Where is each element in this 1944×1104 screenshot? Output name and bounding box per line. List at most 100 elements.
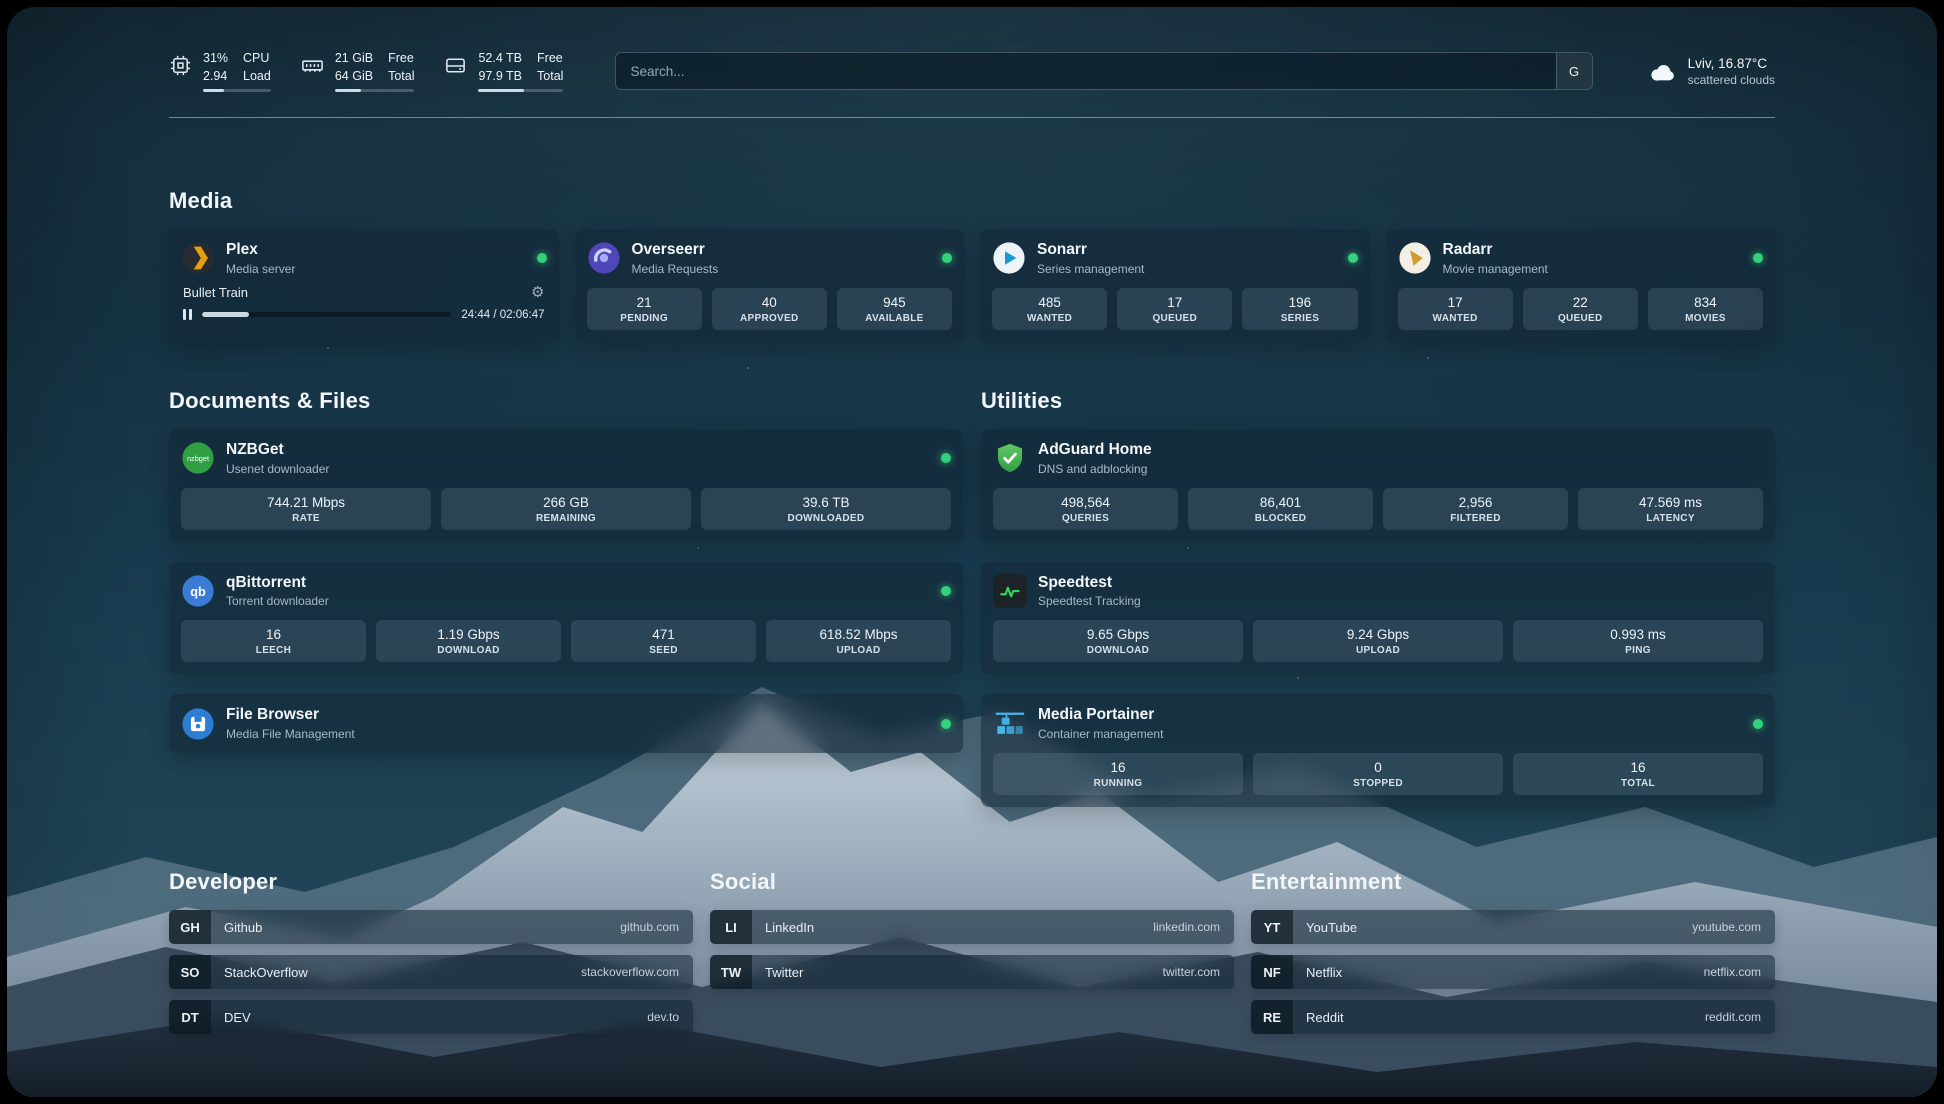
pause-button[interactable] xyxy=(183,309,192,320)
bookmark-name: DEV xyxy=(211,1010,251,1025)
status-dot xyxy=(1753,719,1763,729)
cpu-label-bottom: Load xyxy=(243,68,271,86)
stat-value: 17 xyxy=(1119,295,1230,310)
disk-progress-bar xyxy=(478,89,563,92)
bookmark-row-dev[interactable]: DT DEV dev.to xyxy=(169,1000,693,1034)
dashboard-frame: 31% 2.94 CPU Load xyxy=(7,7,1937,1097)
bookmark-url: linkedin.com xyxy=(1153,920,1234,934)
service-link-portainer[interactable]: Media Portainer Container management xyxy=(993,706,1763,741)
service-card-sonarr: Sonarr Series management 485 WANTED 17 Q… xyxy=(980,229,1370,342)
nzbget-icon: nzbget xyxy=(181,441,215,475)
stat-label: WANTED xyxy=(994,313,1105,324)
service-link-filebrowser[interactable]: File Browser Media File Management xyxy=(181,706,951,741)
service-name: AdGuard Home xyxy=(1038,441,1152,459)
disk-label-top: Free xyxy=(537,50,563,68)
stat-box: 618.52 Mbps UPLOAD xyxy=(766,620,951,662)
bookmark-url: twitter.com xyxy=(1163,965,1234,979)
service-link-radarr[interactable]: Radarr Movie management xyxy=(1398,241,1764,276)
section-title-social: Social xyxy=(710,869,1234,895)
section-title-developer: Developer xyxy=(169,869,693,895)
status-dot xyxy=(941,719,951,729)
stat-value: 618.52 Mbps xyxy=(768,627,949,642)
service-link-sonarr[interactable]: Sonarr Series management xyxy=(992,241,1358,276)
bookmark-name: Github xyxy=(211,920,262,935)
bookmark-abbr: TW xyxy=(710,955,752,989)
stat-value: 47.569 ms xyxy=(1580,495,1761,510)
service-link-plex[interactable]: Plex Media server xyxy=(181,241,547,276)
section-documents: Documents & Files nzbget NZBGet Usenet d… xyxy=(169,388,963,807)
disk-widget: 52.4 TB 97.9 TB Free Total xyxy=(444,50,563,92)
service-subtitle: Series management xyxy=(1037,262,1144,276)
portainer-icon xyxy=(993,707,1027,741)
plex-icon xyxy=(181,241,215,275)
stat-label: QUEUED xyxy=(1525,313,1636,324)
service-card-filebrowser: File Browser Media File Management xyxy=(169,694,963,753)
bookmark-name: YouTube xyxy=(1293,920,1357,935)
stat-value: 834 xyxy=(1650,295,1761,310)
status-dot xyxy=(1753,253,1763,263)
stat-box: 16 TOTAL xyxy=(1513,753,1763,795)
bookmark-row-stackoverflow[interactable]: SO StackOverflow stackoverflow.com xyxy=(169,955,693,989)
stat-value: 0.993 ms xyxy=(1515,627,1761,642)
stat-value: 22 xyxy=(1525,295,1636,310)
service-link-speedtest[interactable]: Speedtest Speedtest Tracking xyxy=(993,574,1763,609)
status-dot xyxy=(941,586,951,596)
weather-widget[interactable]: Lviv, 16.87°C scattered clouds xyxy=(1645,55,1775,87)
memory-free-value: 21 GiB xyxy=(335,50,373,68)
service-name: Speedtest xyxy=(1038,574,1141,592)
service-link-overseerr[interactable]: Overseerr Media Requests xyxy=(587,241,953,276)
bookmark-name: LinkedIn xyxy=(752,920,814,935)
bookmark-row-github[interactable]: GH Github github.com xyxy=(169,910,693,944)
service-link-nzbget[interactable]: nzbget NZBGet Usenet downloader xyxy=(181,441,951,476)
status-dot xyxy=(941,453,951,463)
stat-value: 485 xyxy=(994,295,1105,310)
stat-label: SERIES xyxy=(1244,313,1355,324)
search-provider-button[interactable]: G xyxy=(1556,53,1592,89)
service-name: Sonarr xyxy=(1037,241,1144,259)
service-link-qbittorrent[interactable]: qb qBittorrent Torrent downloader xyxy=(181,574,951,609)
cpu-load-value: 2.94 xyxy=(203,68,228,86)
stat-value: 21 xyxy=(589,295,700,310)
stat-box: 266 GB REMAINING xyxy=(441,488,691,530)
stat-label: AVAILABLE xyxy=(839,313,950,324)
bookmark-row-youtube[interactable]: YT YouTube youtube.com xyxy=(1251,910,1775,944)
stat-label: WANTED xyxy=(1400,313,1511,324)
service-subtitle: Speedtest Tracking xyxy=(1038,594,1141,608)
service-link-adguard[interactable]: AdGuard Home DNS and adblocking xyxy=(993,441,1763,476)
stat-value: 9.65 Gbps xyxy=(995,627,1241,642)
bookmark-name: Reddit xyxy=(1293,1010,1344,1025)
stat-value: 196 xyxy=(1244,295,1355,310)
service-name: Plex xyxy=(226,241,295,259)
service-name: Media Portainer xyxy=(1038,706,1163,724)
bookmark-row-twitter[interactable]: TW Twitter twitter.com xyxy=(710,955,1234,989)
section-title-documents: Documents & Files xyxy=(169,388,963,414)
stat-label: RUNNING xyxy=(995,778,1241,789)
stat-label: STOPPED xyxy=(1255,778,1501,789)
service-subtitle: Media File Management xyxy=(226,727,355,741)
service-card-adguard: AdGuard Home DNS and adblocking 498,564 … xyxy=(981,429,1775,542)
memory-label-bottom: Total xyxy=(388,68,414,86)
bookmark-row-linkedin[interactable]: LI LinkedIn linkedin.com xyxy=(710,910,1234,944)
status-dot xyxy=(942,253,952,263)
playback-time: 24:44 / 02:06:47 xyxy=(461,309,544,321)
stat-label: PING xyxy=(1515,645,1761,656)
bookmark-row-reddit[interactable]: RE Reddit reddit.com xyxy=(1251,1000,1775,1034)
stat-box: 1.19 Gbps DOWNLOAD xyxy=(376,620,561,662)
bookmark-url: reddit.com xyxy=(1705,1010,1775,1024)
cpu-chip-icon xyxy=(169,50,192,77)
bookmark-row-netflix[interactable]: NF Netflix netflix.com xyxy=(1251,955,1775,989)
status-dot xyxy=(1348,253,1358,263)
search-input[interactable] xyxy=(616,64,1555,79)
stat-box: 196 SERIES xyxy=(1242,288,1357,330)
gear-icon[interactable]: ⚙ xyxy=(531,285,544,300)
stat-label: REMAINING xyxy=(443,513,689,524)
service-name: Overseerr xyxy=(632,241,719,259)
service-subtitle: Media server xyxy=(226,262,295,276)
bookmark-abbr: DT xyxy=(169,1000,211,1034)
bookmark-abbr: GH xyxy=(169,910,211,944)
stat-box: 471 SEED xyxy=(571,620,756,662)
stat-box: 485 WANTED xyxy=(992,288,1107,330)
service-card-overseerr: Overseerr Media Requests 21 PENDING 40 A… xyxy=(575,229,965,342)
seek-bar[interactable] xyxy=(202,312,451,317)
filebrowser-icon xyxy=(181,707,215,741)
